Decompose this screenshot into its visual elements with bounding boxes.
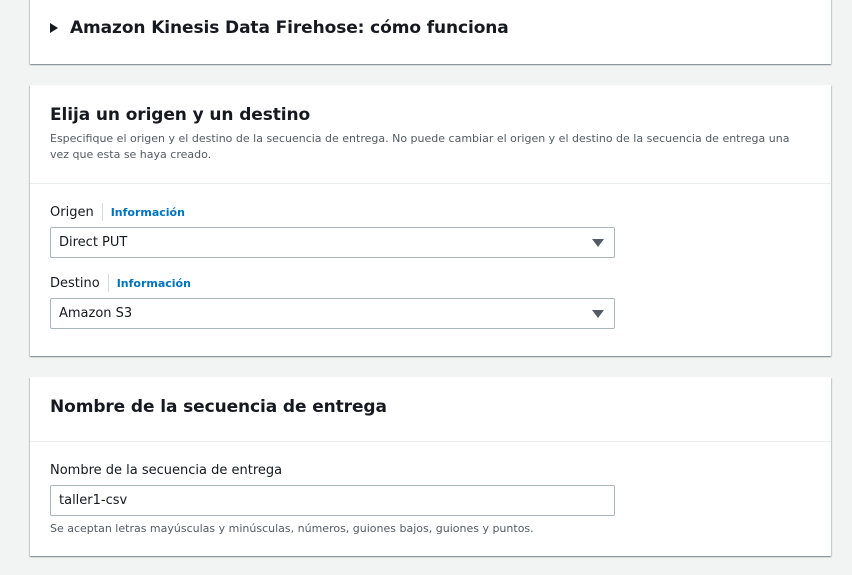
how-it-works-panel: Amazon Kinesis Data Firehose: cómo funci…	[30, 0, 831, 64]
stream-name-field-label: Nombre de la secuencia de entrega	[50, 462, 283, 478]
source-label-row: Origen Información	[50, 203, 811, 221]
stream-name-header: Nombre de la secuencia de entrega	[30, 377, 831, 442]
source-select[interactable]: Direct PUT	[50, 227, 615, 258]
source-label: Origen	[50, 204, 94, 220]
source-info-link[interactable]: Información	[111, 206, 185, 219]
destination-select[interactable]: Amazon S3	[50, 298, 615, 329]
caret-down-icon	[592, 310, 604, 318]
caret-right-icon	[50, 23, 58, 33]
source-destination-header: Elija un origen y un destino Especifique…	[30, 85, 831, 184]
stream-name-panel: Nombre de la secuencia de entrega Nombre…	[30, 377, 831, 556]
divider	[101, 203, 103, 221]
stream-name-label-row: Nombre de la secuencia de entrega	[50, 461, 811, 479]
destination-select-value: Amazon S3	[59, 306, 133, 321]
how-it-works-expander[interactable]: Amazon Kinesis Data Firehose: cómo funci…	[50, 18, 509, 38]
caret-down-icon	[592, 239, 604, 247]
stream-name-input[interactable]	[50, 485, 615, 516]
source-destination-body: Origen Información Direct PUT Destino In…	[30, 184, 831, 329]
divider	[107, 274, 109, 292]
stream-name-hint: Se aceptan letras mayúsculas y minúscula…	[50, 522, 534, 535]
destination-info-link[interactable]: Información	[117, 277, 191, 290]
source-destination-description: Especifique el origen y el destino de la…	[50, 132, 790, 161]
how-it-works-title: Amazon Kinesis Data Firehose: cómo funci…	[70, 18, 509, 38]
stream-name-body: Nombre de la secuencia de entrega Se ace…	[30, 442, 831, 535]
source-destination-title: Elija un origen y un destino	[50, 105, 311, 125]
stream-name-title: Nombre de la secuencia de entrega	[50, 397, 387, 417]
destination-label: Destino	[50, 275, 100, 291]
destination-label-row: Destino Información	[50, 274, 811, 292]
source-select-value: Direct PUT	[59, 235, 128, 250]
source-destination-panel: Elija un origen y un destino Especifique…	[30, 85, 831, 356]
